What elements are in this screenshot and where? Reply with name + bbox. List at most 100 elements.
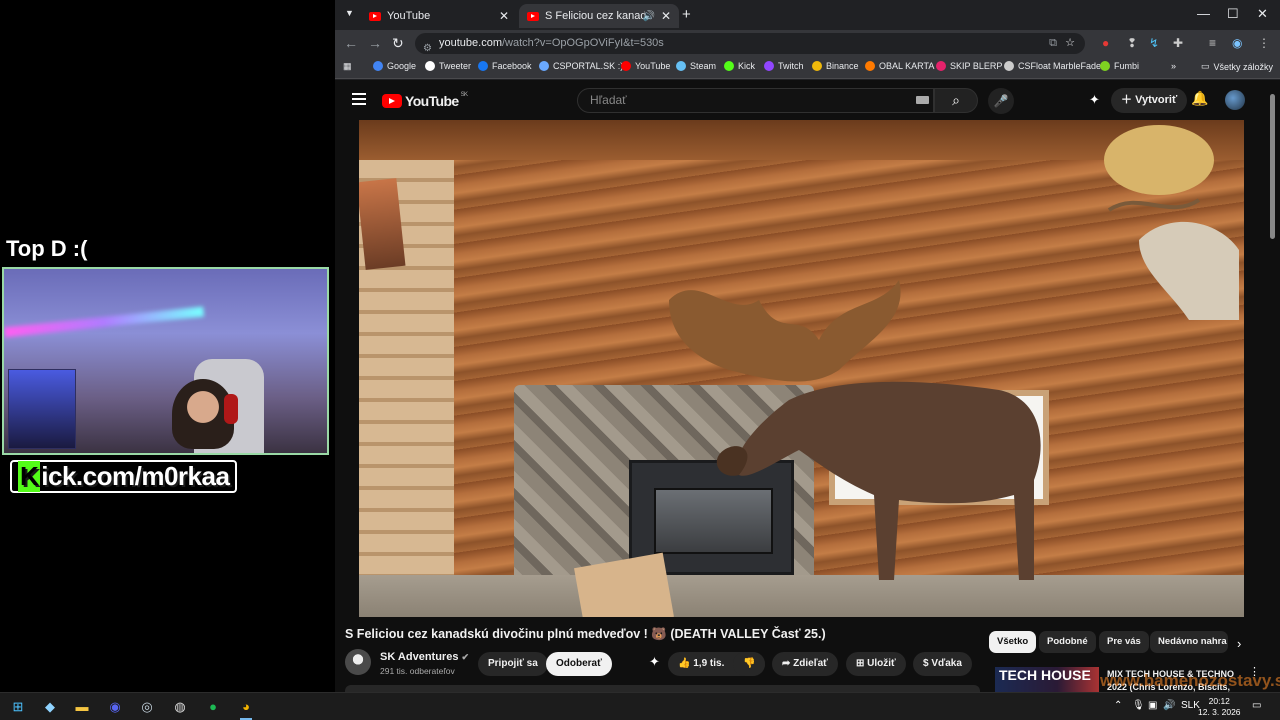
create-button[interactable]: ＋ Vytvoriť — [1111, 88, 1188, 113]
reload-icon[interactable]: ↻ — [392, 35, 404, 52]
tray-chevron-icon[interactable]: ⌃ — [1114, 700, 1122, 711]
tab-youtube[interactable]: YouTube ✕ — [361, 4, 517, 28]
tab-strip: ▼ YouTube ✕ S Feliciou cez kanadskú div … — [335, 0, 1280, 30]
network-icon[interactable]: ▣ — [1148, 700, 1157, 711]
suggested-video-thumbnail[interactable]: TECH HOUSE — [995, 667, 1099, 692]
chip-recently-uploaded[interactable]: Nedávno nahra — [1150, 631, 1228, 653]
obal-karta-icon — [865, 61, 875, 71]
youtube-icon — [621, 61, 631, 71]
bookmark-google[interactable]: Google — [373, 61, 416, 71]
video-player[interactable] — [359, 120, 1244, 617]
bookmark-obal-karta[interactable]: OBAL KARTA — [865, 61, 934, 71]
back-icon[interactable]: ← — [344, 35, 358, 51]
scrollbar-thumb[interactable] — [1270, 94, 1275, 239]
tab-search-icon[interactable]: ▼ — [345, 8, 354, 18]
bookmark-label: Binance — [826, 61, 859, 71]
volume-icon[interactable]: 🔊 — [1163, 700, 1175, 711]
spotify-icon[interactable]: ● — [205, 699, 221, 715]
extension-red-icon[interactable]: ● — [1102, 36, 1109, 50]
channel-avatar[interactable] — [345, 649, 371, 675]
chat-bubble-icon[interactable]: ✦ — [1089, 92, 1100, 108]
site-info-icon[interactable]: ⚙ — [423, 38, 432, 59]
create-label: Vytvoriť — [1135, 94, 1178, 106]
save-button[interactable]: ⊞ Uložiť — [846, 652, 906, 676]
account-avatar[interactable] — [1225, 90, 1245, 110]
bookmark-label: Kick — [738, 61, 756, 71]
bookmark-label: Tweeter — [439, 61, 472, 71]
ask-ai-icon[interactable]: ✦ — [649, 654, 660, 670]
share-label: Zdieľať — [793, 658, 828, 669]
thanks-button[interactable]: $ Vďaka — [913, 652, 972, 676]
obs-icon[interactable]: ◍ — [172, 699, 188, 715]
chip-related[interactable]: Podobné — [1039, 631, 1096, 653]
dislike-button[interactable]: 👎 — [733, 652, 765, 676]
close-tab-icon[interactable]: ✕ — [661, 9, 671, 23]
youtube-logo[interactable]: YouTube SK — [382, 92, 468, 109]
steam-icon — [676, 61, 686, 71]
file-explorer-icon[interactable]: ▬ — [74, 699, 90, 715]
widgets-icon[interactable]: ◆ — [42, 699, 58, 715]
extension-blue-icon[interactable]: ↯ — [1149, 36, 1159, 50]
mounted-heads — [1104, 125, 1239, 320]
tab-video[interactable]: S Feliciou cez kanadskú div 🔊 ✕ — [519, 4, 679, 28]
bookmark-facebook[interactable]: Facebook — [478, 61, 532, 71]
install-icon[interactable]: ⧉ — [1049, 33, 1057, 54]
bookmark-youtube[interactable]: YouTube — [621, 61, 670, 71]
join-button[interactable]: Pripojiť sa — [478, 652, 548, 676]
chips-next-icon[interactable]: › — [1237, 636, 1241, 651]
bookmark-label: SKIP BLERP — [950, 61, 1003, 71]
pc-case — [8, 369, 76, 449]
close-window-icon[interactable]: ✕ — [1257, 6, 1268, 22]
all-bookmarks-folder[interactable]: ▭ Všetky záložky — [1201, 61, 1273, 72]
minimize-icon[interactable]: — — [1197, 6, 1210, 21]
reading-list-icon[interactable]: ≡ — [1209, 36, 1216, 50]
search-button[interactable]: ⌕ — [934, 88, 978, 113]
bookmark-label: Fumbi — [1114, 61, 1140, 71]
bookmark-twitch[interactable]: Twitch — [764, 61, 804, 71]
search-input[interactable]: Hľadať — [577, 88, 934, 113]
channel-name[interactable]: SK Adventures ✔ — [380, 651, 469, 663]
voice-search-icon[interactable]: 🎤 — [988, 88, 1014, 114]
forward-icon[interactable]: → — [368, 35, 382, 51]
bookmark-label: OBAL KARTA — [879, 61, 935, 71]
bookmark-steam[interactable]: Steam — [676, 61, 716, 71]
description-box[interactable] — [345, 685, 980, 692]
microphone-icon[interactable]: 🎙 — [1132, 700, 1145, 711]
speaker-icon[interactable]: 🔊 — [643, 11, 655, 22]
extension-pin-icon[interactable]: ❢ — [1127, 36, 1137, 50]
webcam-feed — [2, 267, 329, 455]
notification-center-icon[interactable]: ▭ — [1252, 700, 1261, 711]
clock[interactable]: 20:12 12. 3. 2026 — [1198, 696, 1241, 718]
new-tab-button[interactable]: + — [682, 6, 691, 23]
bookmark-binance[interactable]: Binance — [812, 61, 859, 71]
hamburger-menu-icon[interactable] — [352, 93, 366, 105]
start-icon[interactable]: ⊞ — [10, 699, 26, 715]
bookmark-kick[interactable]: Kick — [724, 61, 755, 71]
bookmark-csportal[interactable]: CSPORTAL.SK :) — [539, 61, 623, 71]
bookmark-tweeter[interactable]: Tweeter — [425, 61, 471, 71]
address-bar[interactable]: ⚙ youtube.com/watch?v=OpOGpOViFyI&t=530s… — [415, 33, 1085, 54]
notifications-bell-icon[interactable]: 🔔 — [1191, 90, 1208, 107]
more-bookmarks-icon[interactable]: » — [1171, 61, 1176, 71]
bookmark-star-icon[interactable]: ☆ — [1065, 33, 1075, 54]
chip-all[interactable]: Všetko — [989, 631, 1037, 653]
subscribe-button[interactable]: Odoberať — [546, 652, 612, 676]
apps-grid-icon[interactable]: ▦ — [343, 61, 352, 72]
chip-for-you[interactable]: Pre vás — [1099, 631, 1149, 653]
chrome-icon[interactable]: ◕ — [238, 699, 254, 720]
close-tab-icon[interactable]: ✕ — [499, 9, 509, 23]
profile-icon[interactable]: ◉ — [1232, 36, 1242, 50]
discord-icon[interactable]: ◉ — [107, 699, 123, 715]
steam-icon[interactable]: ◎ — [139, 699, 155, 715]
watermark-text: www.bamenozostavy.sk — [1100, 671, 1280, 690]
tab-label: S Feliciou cez kanadskú div — [545, 10, 645, 22]
bookmark-fumbi[interactable]: Fumbi — [1100, 61, 1139, 71]
bookmark-skip-blerp[interactable]: SKIP BLERP — [936, 61, 1002, 71]
keyboard-icon[interactable] — [916, 96, 929, 104]
extensions-puzzle-icon[interactable]: ✚ — [1173, 36, 1183, 50]
browser-menu-icon[interactable]: ⋮ — [1258, 36, 1270, 50]
youtube-favicon-icon — [369, 11, 381, 21]
maximize-icon[interactable]: ☐ — [1227, 6, 1239, 22]
share-button[interactable]: ➦ Zdieľať — [772, 652, 838, 676]
bookmark-csfloat[interactable]: CSFloat MarbleFade — [1004, 61, 1101, 71]
